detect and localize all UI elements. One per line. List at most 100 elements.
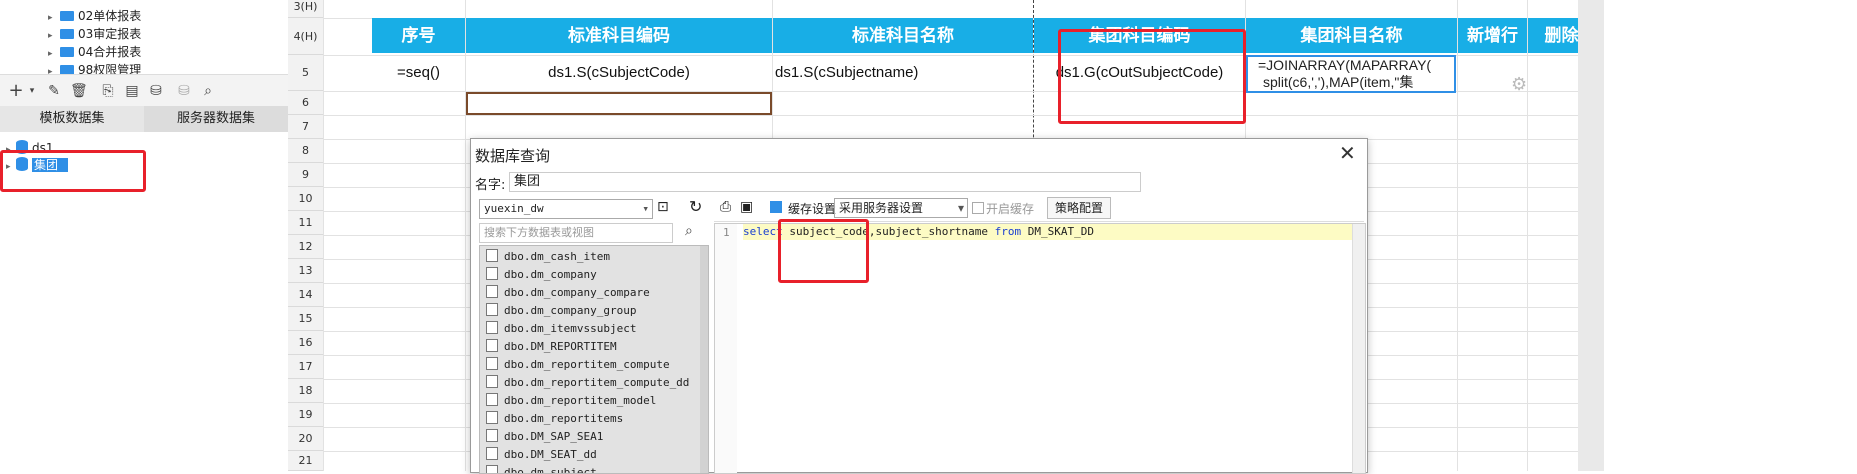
list-item[interactable]: dbo.dm_reportitem_compute_dd [486,374,689,392]
add-icon[interactable]: + [8,82,24,100]
preview-icon[interactable]: ⎙ [720,199,731,215]
query-icon[interactable]: ▤ [124,83,140,99]
delete-icon[interactable]: 🗑 [70,83,88,99]
tab-server-datasets[interactable]: 服务器数据集 [144,106,288,132]
chevron-right-icon[interactable]: ▸ [48,46,58,62]
list-item[interactable]: dbo.DM_SEAT_dd [486,446,597,464]
table-name: dbo.dm_reportitem_model [504,394,657,407]
dialog-title: 数据库查询 [475,147,551,165]
list-item[interactable]: dbo.dm_reportitem_model [486,392,656,410]
refresh-icon[interactable]: ↻ [689,197,702,216]
row-header[interactable]: 19 [288,403,323,427]
row-header[interactable]: 7 [288,115,323,139]
table-search-input[interactable]: 搜索下方数据表或视图 [479,223,673,243]
table-icon [486,375,498,388]
cell-std-code[interactable]: ds1.S(cSubjectCode) [466,55,772,91]
table-icon [486,285,498,298]
folder-icon [60,29,74,39]
row-header[interactable]: 4(H) [288,18,323,55]
tree-item-98[interactable]: ▸ 98权限管理 [48,62,141,74]
strategy-config-button[interactable]: 策略配置 [1047,197,1111,219]
editor-scrollbar[interactable] [1352,224,1365,473]
list-item[interactable]: dbo.dm_company_compare [486,284,650,302]
list-item[interactable]: dbo.DM_SAP_SEA1 [486,428,603,446]
server-database-icon[interactable]: ⛁ [176,83,192,99]
preview-icon[interactable]: ⎘ [100,83,116,99]
cache-select[interactable]: 采用服务器设置 ▾ [834,198,968,218]
search-icon[interactable]: ⌕ [200,83,216,99]
row-header[interactable]: 15 [288,307,323,331]
column-header-add-row[interactable]: 新增行 [1458,18,1527,53]
list-item[interactable]: dbo.dm_itemvssubject [486,320,636,338]
row-header[interactable]: 12 [288,235,323,259]
formula-line-2: split(c6,','),MAP(item,"集 [1263,74,1414,90]
list-item[interactable]: dbo.dm_reportitem_compute [486,356,670,374]
chevron-right-icon[interactable]: ▸ [48,10,58,26]
table-icon [486,429,498,442]
cell-std-name[interactable]: ds1.S(cSubjectname) [775,55,1033,91]
highlight-box [0,150,146,192]
enable-cache-checkbox[interactable] [972,202,984,214]
chevron-down-icon[interactable]: ▾ [642,200,649,218]
list-item[interactable]: dbo.dm_reportitems [486,410,623,428]
close-icon[interactable]: ✕ [1339,141,1356,165]
row-header[interactable]: 20 [288,427,323,451]
chevron-right-icon[interactable]: ▸ [48,28,58,44]
row-header[interactable]: 9 [288,163,323,187]
dataset-tabs: 模板数据集 服务器数据集 [0,106,288,132]
name-input[interactable]: 集团 [509,172,1141,192]
tree-item-label: 98权限管理 [78,63,142,74]
chevron-down-icon[interactable]: ▾ [958,199,964,217]
line-gutter [715,224,737,473]
left-panel: ▸ 02单体报表 ▸ 03审定报表 ▸ 04合并报表 ▸ 98权限管理 + ▾ ✎ 🗑 … [0,0,289,471]
column-header-seq[interactable]: 序号 [372,18,465,53]
table-icon [486,321,498,334]
column-header-std-name[interactable]: 标准科目名称 [773,18,1033,53]
table-icon [486,393,498,406]
list-item[interactable]: dbo.dm_company [486,266,597,284]
row-header[interactable]: 6 [288,91,323,115]
cache-icon [770,201,782,213]
list-item[interactable]: dbo.dm_cash_item [486,248,610,266]
cell-seq[interactable]: =seq() [372,55,465,91]
cell-group-name[interactable]: =JOINARRAY(MAPARRAY( split(c6,','),MAP(i… [1246,55,1456,93]
row-header[interactable]: 18 [288,379,323,403]
save-icon[interactable]: ▣ [740,199,753,215]
row-header[interactable]: 13 [288,259,323,283]
list-item[interactable]: dbo.dm_company_group [486,302,636,320]
chevron-down-icon[interactable]: ▾ [24,83,40,99]
database-icon[interactable]: ⛁ [148,83,164,99]
row-header[interactable]: 5 [288,55,323,91]
tab-template-datasets[interactable]: 模板数据集 [0,106,144,132]
row-header[interactable]: 17 [288,355,323,379]
list-item[interactable]: dbo.DM_REPORTITEM [486,338,617,356]
row-header[interactable]: 11 [288,211,323,235]
row-header[interactable]: 16 [288,331,323,355]
folder-icon [60,65,74,74]
row-header[interactable]: 3(H) [288,0,323,18]
gear-icon[interactable]: ⚙ [1511,74,1527,95]
table-list[interactable]: dbo.dm_cash_item dbo.dm_company dbo.dm_c… [479,245,709,474]
tree-item-03[interactable]: ▸ 03审定报表 [48,26,141,42]
table-name: dbo.dm_company_compare [504,286,650,299]
column-header-group-name[interactable]: 集团科目名称 [1246,18,1457,53]
row-header[interactable]: 14 [288,283,323,307]
connection-select[interactable]: yuexin_dw ▾ [479,199,653,219]
edit-icon[interactable]: ✎ [46,83,62,99]
cache-label: 缓存设置 [788,202,837,216]
chevron-right-icon[interactable]: ▸ [48,64,58,74]
row-header[interactable]: 8 [288,139,323,163]
search-icon[interactable]: ⌕ [685,223,693,239]
tree-item-04[interactable]: ▸ 04合并报表 [48,44,141,60]
vertical-scrollbar[interactable] [1578,0,1604,471]
list-scrollbar[interactable] [700,246,708,473]
row-header[interactable]: 21 [288,451,323,471]
tree-item-02[interactable]: ▸ 02单体报表 [48,8,141,24]
edit-connection-icon[interactable]: ⊡ [657,199,669,215]
row-header[interactable]: 10 [288,187,323,211]
selected-cell[interactable] [466,92,772,115]
table-name: dbo.dm_company [504,268,597,281]
table-icon [486,303,498,316]
column-header-std-code[interactable]: 标准科目编码 [466,18,772,53]
list-item[interactable]: dbo.dm_subject [486,464,597,473]
